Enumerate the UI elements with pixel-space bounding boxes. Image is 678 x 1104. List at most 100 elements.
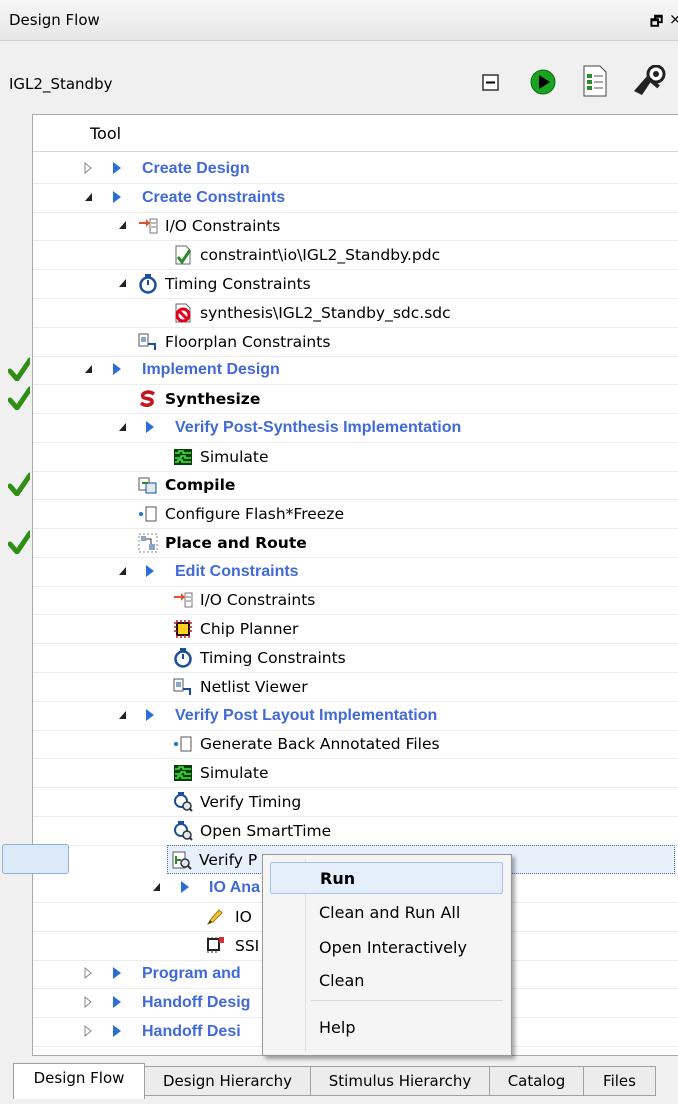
menu-item-label: Help xyxy=(319,1018,356,1037)
io-constraints-icon xyxy=(139,218,158,234)
menu-item-clean[interactable]: Clean xyxy=(270,965,503,997)
category-arrow-icon xyxy=(113,363,121,375)
tree-row-create-design[interactable]: Create Design xyxy=(33,155,678,184)
panel-title: Design Flow xyxy=(9,11,100,29)
expand-icon[interactable] xyxy=(83,995,95,1009)
row-label: Configure Flash*Freeze xyxy=(165,505,344,523)
file-error-icon xyxy=(175,303,191,323)
run-icon[interactable] xyxy=(530,69,556,95)
tree-row-netlist-viewer[interactable]: Netlist Viewer xyxy=(33,673,678,702)
tab-stimulus-hierarchy[interactable]: Stimulus Hierarchy xyxy=(310,1066,490,1096)
row-label: Verify Post-Synthesis Implementation xyxy=(175,419,462,436)
tree-row-compile[interactable]: Compile xyxy=(33,471,678,500)
row-label: SSI xyxy=(235,937,260,955)
tree-row-sdc-file[interactable]: synthesis\IGL2_Standby_sdc.sdc xyxy=(33,299,678,328)
io-constraints-icon xyxy=(174,592,193,608)
report-icon[interactable] xyxy=(582,65,608,97)
tree-row-simulate[interactable]: Simulate xyxy=(33,443,678,472)
expand-icon[interactable] xyxy=(83,161,95,175)
category-arrow-icon xyxy=(146,565,154,577)
row-label: Netlist Viewer xyxy=(200,678,308,696)
tree-row-create-constraints[interactable]: Create Constraints xyxy=(33,184,678,213)
tree-row-simulate-2[interactable]: Simulate xyxy=(33,759,678,788)
collapse-triangle-icon[interactable] xyxy=(117,564,129,578)
tree-row-timing-constraints[interactable]: Timing Constraints xyxy=(33,270,678,299)
row-label: Program and xyxy=(142,965,241,982)
collapse-triangle-icon[interactable] xyxy=(117,218,129,232)
row-label: Verify Post Layout Implementation xyxy=(175,707,438,724)
tab-files[interactable]: Files xyxy=(583,1066,656,1096)
category-arrow-icon xyxy=(113,967,121,979)
tab-catalog[interactable]: Catalog xyxy=(489,1066,584,1096)
collapse-triangle-icon[interactable] xyxy=(117,420,129,434)
tree-row-timing-constraints-2[interactable]: Timing Constraints xyxy=(33,644,678,673)
collapse-triangle-icon[interactable] xyxy=(117,276,129,290)
close-icon[interactable]: × xyxy=(669,10,678,28)
tree-row-verify-post-synthesis[interactable]: Verify Post-Synthesis Implementation xyxy=(33,414,678,443)
place-and-route-icon xyxy=(138,533,158,553)
row-label: Compile xyxy=(165,476,236,494)
row-label: Floorplan Constraints xyxy=(165,333,331,351)
synthesize-icon xyxy=(139,390,155,407)
tab-design-hierarchy[interactable]: Design Hierarchy xyxy=(144,1066,311,1096)
tree-row-place-and-route[interactable]: Place and Route xyxy=(33,529,678,558)
row-label: I/O Constraints xyxy=(200,591,316,609)
tree-row-verify-timing[interactable]: Verify Timing xyxy=(33,788,678,817)
bottom-tab-bar: Design Flow Design Hierarchy Stimulus Hi… xyxy=(0,1063,678,1104)
context-menu: Run Clean and Run All Open Interactively… xyxy=(262,854,512,1056)
collapse-triangle-icon[interactable] xyxy=(83,190,95,204)
pencil-icon xyxy=(206,909,223,926)
project-toolbar: IGL2_Standby xyxy=(0,41,678,123)
tab-label: Design Flow xyxy=(33,1069,125,1087)
tree-row-edit-constraints[interactable]: Edit Constraints xyxy=(33,558,678,587)
restore-icon[interactable]: 🗗 xyxy=(650,11,663,35)
menu-item-help[interactable]: Help xyxy=(270,1012,503,1044)
tree-row-chip-planner[interactable]: Chip Planner xyxy=(33,615,678,644)
collapse-triangle-icon[interactable] xyxy=(151,880,163,894)
generate-files-icon xyxy=(174,736,192,752)
tab-design-flow[interactable]: Design Flow xyxy=(13,1063,145,1099)
status-check-icon xyxy=(8,530,30,554)
tree-row-floorplan-constraints[interactable]: Floorplan Constraints xyxy=(33,328,678,357)
tree-row-io-constraints-2[interactable]: I/O Constraints xyxy=(33,586,678,615)
verify-timing-icon xyxy=(174,792,193,812)
tree-row-verify-post-layout[interactable]: Verify Post Layout Implementation xyxy=(33,702,678,731)
menu-item-label: Clean and Run All xyxy=(319,903,461,922)
row-label: IO Ana xyxy=(209,879,260,896)
category-arrow-icon xyxy=(146,421,154,433)
row-label: constraint\io\IGL2_Standby.pdc xyxy=(200,246,441,264)
row-label: synthesis\IGL2_Standby_sdc.sdc xyxy=(200,304,451,322)
tree-row-io-constraints[interactable]: I/O Constraints xyxy=(33,212,678,241)
menu-item-open-interactively[interactable]: Open Interactively xyxy=(270,932,503,964)
menu-item-run[interactable]: Run xyxy=(270,862,503,894)
row-label: Verify Timing xyxy=(200,793,302,811)
menu-item-clean-and-run-all[interactable]: Clean and Run All xyxy=(270,897,503,929)
tree-row-implement-design[interactable]: Implement Design xyxy=(33,356,678,385)
simulate-icon xyxy=(174,449,192,465)
row-label: Open SmartTime xyxy=(200,822,332,840)
tree-row-open-smarttime[interactable]: Open SmartTime xyxy=(33,817,678,846)
row-label: I/O Constraints xyxy=(165,217,281,235)
collapse-triangle-icon[interactable] xyxy=(83,362,95,376)
row-label: Chip Planner xyxy=(200,620,299,638)
configure-icon[interactable] xyxy=(630,65,666,97)
row-label: Create Constraints xyxy=(142,189,286,206)
tree-row-synthesize[interactable]: Synthesize xyxy=(33,385,678,414)
category-arrow-icon xyxy=(113,996,121,1008)
tree-row-pdc-file[interactable]: constraint\io\IGL2_Standby.pdc xyxy=(33,241,678,270)
row-label: Create Design xyxy=(142,160,250,177)
row-label: Verify P xyxy=(199,851,258,869)
row-label: Implement Design xyxy=(142,361,280,378)
tree-row-configure-flash-freeze[interactable]: Configure Flash*Freeze xyxy=(33,500,678,529)
smarttime-icon xyxy=(174,821,193,841)
tree-row-generate-back-annotated[interactable]: Generate Back Annotated Files xyxy=(33,730,678,759)
status-check-icon xyxy=(8,472,30,496)
expand-icon[interactable] xyxy=(83,1024,95,1038)
collapse-icon[interactable] xyxy=(482,74,500,92)
stopwatch-icon xyxy=(174,648,192,668)
expand-icon[interactable] xyxy=(83,966,95,980)
menu-item-label: Run xyxy=(320,869,356,888)
status-check-icon xyxy=(8,357,30,381)
category-arrow-icon xyxy=(181,881,189,893)
collapse-triangle-icon[interactable] xyxy=(117,708,129,722)
